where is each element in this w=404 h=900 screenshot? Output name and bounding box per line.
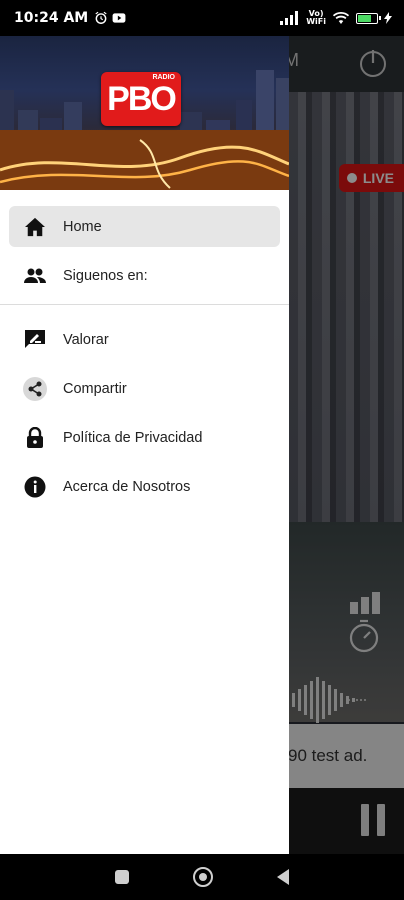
drawer-header-image: RADIO PBO bbox=[0, 36, 289, 190]
menu-divider bbox=[0, 304, 289, 305]
menu-item-compartir[interactable]: Compartir bbox=[9, 368, 280, 409]
status-bar: 10:24 AM Vo) WiFi bbox=[0, 0, 404, 36]
drawer-menu: Home Siguenos en: Valorar Compartir Polí… bbox=[0, 190, 289, 507]
alarm-icon bbox=[95, 11, 107, 24]
navigation-drawer: RADIO PBO Home Siguenos en: Valorar Comp… bbox=[0, 36, 289, 854]
volte-indicator: Vo) WiFi bbox=[306, 9, 326, 26]
menu-item-valorar[interactable]: Valorar bbox=[9, 319, 280, 360]
menu-item-label: Siguenos en: bbox=[63, 267, 148, 284]
home-icon bbox=[23, 215, 47, 239]
wifi-icon bbox=[332, 11, 350, 24]
city-lights bbox=[0, 130, 289, 190]
youtube-icon bbox=[112, 13, 126, 23]
menu-item-label: Compartir bbox=[63, 380, 127, 397]
system-nav-bar bbox=[0, 854, 404, 900]
pbo-logo: RADIO PBO bbox=[101, 72, 181, 126]
people-icon bbox=[23, 264, 47, 288]
menu-item-label: Política de Privacidad bbox=[63, 429, 203, 446]
home-button[interactable] bbox=[193, 867, 213, 887]
menu-item-home[interactable]: Home bbox=[9, 206, 280, 247]
battery-icon bbox=[356, 12, 381, 24]
back-button[interactable] bbox=[277, 869, 289, 885]
menu-item-label: Valorar bbox=[63, 331, 109, 348]
menu-item-label: Acerca de Nosotros bbox=[63, 478, 191, 495]
menu-item-label: Home bbox=[63, 218, 102, 235]
menu-item-privacidad[interactable]: Política de Privacidad bbox=[9, 417, 280, 458]
logo-radio-text: RADIO bbox=[152, 74, 175, 81]
charging-icon bbox=[384, 12, 392, 24]
logo-text: PBO bbox=[107, 79, 177, 118]
info-icon bbox=[23, 475, 47, 499]
share-icon bbox=[23, 376, 47, 401]
rate-icon bbox=[23, 328, 47, 352]
lock-icon bbox=[23, 426, 47, 450]
status-time: 10:24 AM bbox=[14, 10, 89, 26]
menu-item-acerca[interactable]: Acerca de Nosotros bbox=[9, 466, 280, 507]
signal-icon bbox=[280, 11, 299, 25]
recents-button[interactable] bbox=[115, 870, 129, 884]
battery-level bbox=[358, 14, 371, 22]
menu-item-siguenos[interactable]: Siguenos en: bbox=[9, 255, 280, 296]
